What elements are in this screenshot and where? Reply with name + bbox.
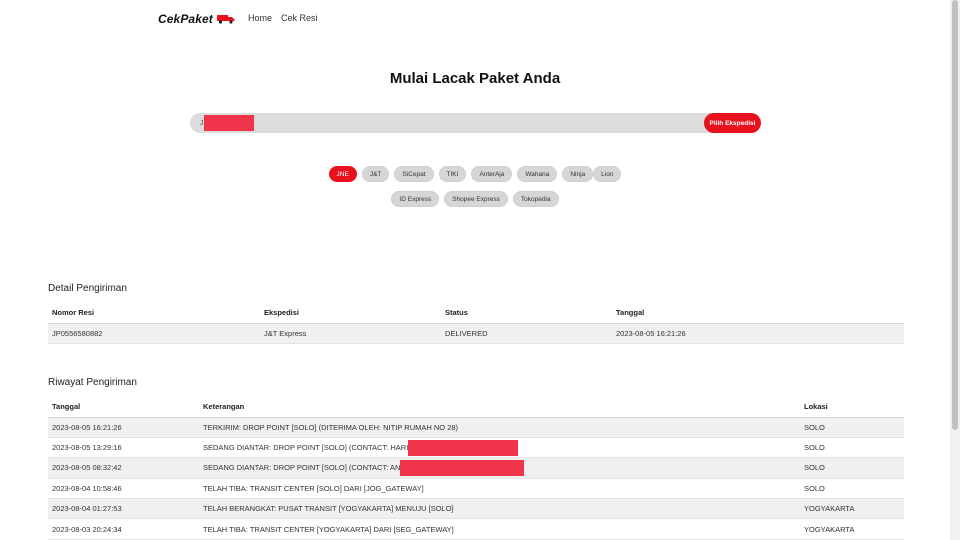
ekspedisi-cell: J&T Express <box>260 323 441 344</box>
table-row: 2023-08-03 20:24:34 TELAH TIBA: TRANSIT … <box>48 518 904 540</box>
tracking-search: Pilih Ekspedisi <box>190 113 761 133</box>
truck-icon <box>216 15 235 24</box>
lokasi-cell: SOLO <box>800 417 904 438</box>
keterangan-cell: TELAH BERANGKAT: PUSAT TRANSIT [YOGYAKAR… <box>199 498 800 520</box>
tanggal-cell: 2023-08-03 20:24:34 <box>48 518 199 540</box>
courier-chip-anteraja[interactable]: AnterAja <box>471 166 513 182</box>
table-header-row: Tanggal Keterangan Lokasi <box>48 396 904 418</box>
table-row: 2023-08-05 08:32:42 SEDANG DIANTAR: DROP… <box>48 457 904 479</box>
riwayat-section-title: Riwayat Pengiriman <box>48 377 137 388</box>
courier-chip-jne[interactable]: JNE <box>328 166 357 182</box>
tanggal-cell: 2023-08-04 10:58:46 <box>48 478 199 500</box>
lokasi-cell: SOLO <box>800 437 904 459</box>
courier-chip-tiki[interactable]: TIKI <box>438 166 467 182</box>
courier-chip-ninja[interactable]: Ninja <box>562 166 594 182</box>
tanggal-cell: 2023-08-05 16:21:26 <box>48 417 199 438</box>
table-row: 2023-08-04 10:58:46 TELAH TIBA: TRANSIT … <box>48 478 904 500</box>
nav-cek-resi-link[interactable]: Cek Resi <box>281 13 318 23</box>
courier-chip-sicepat[interactable]: SiCepat <box>394 166 434 182</box>
detail-table: Nomor Resi Ekspedisi Status Tanggal JP05… <box>48 302 904 344</box>
courier-chip-id-express[interactable]: ID Express <box>391 191 440 207</box>
column-header: Tanggal <box>612 302 904 324</box>
courier-chip-lion[interactable]: Lion <box>593 166 622 182</box>
tanggal-cell: 2023-08-05 08:32:42 <box>48 457 199 479</box>
table-row: JP0556580882 J&T Express DELIVERED 2023-… <box>48 323 904 344</box>
scrollbar[interactable] <box>950 0 960 540</box>
table-row: 2023-08-04 01:27:53 TELAH BERANGKAT: PUS… <box>48 498 904 520</box>
column-header: Keterangan <box>199 396 800 418</box>
keterangan-cell: SEDANG DIANTAR: DROP POINT [SOLO] (CONTA… <box>199 437 800 459</box>
tracking-number-input[interactable] <box>190 113 720 133</box>
redaction-box <box>204 115 254 131</box>
lokasi-cell: SOLO <box>800 478 904 500</box>
courier-chip-tokopedia[interactable]: Tokopedia <box>512 191 559 207</box>
detail-section-title: Detail Pengiriman <box>48 283 127 294</box>
nav-home-link[interactable]: Home <box>248 13 272 23</box>
nomor-resi-cell: JP0556580882 <box>48 323 260 344</box>
table-row: 2023-08-05 13:29:16 SEDANG DIANTAR: DROP… <box>48 437 904 459</box>
keterangan-text: SEDANG DIANTAR: DROP POINT [SOLO] (CONTA… <box>203 462 401 472</box>
pilih-ekspedisi-button[interactable]: Pilih Ekspedisi <box>704 113 761 133</box>
hero-title: Mulai Lacak Paket Anda <box>389 70 561 87</box>
lokasi-cell: YOGYAKARTA <box>800 518 904 540</box>
courier-chip-shopee-express[interactable]: Shopee Express <box>444 191 508 207</box>
table-row: 2023-08-05 16:21:26 TERKIRIM: DROP POINT… <box>48 417 904 438</box>
lokasi-cell: YOGYAKARTA <box>800 498 904 520</box>
courier-chip-wahana[interactable]: Wahana <box>517 166 558 182</box>
keterangan-cell: TELAH TIBA: TRANSIT CENTER [SOLO] DARI [… <box>199 478 800 500</box>
keterangan-cell: TERKIRIM: DROP POINT [SOLO] (DITERIMA OL… <box>199 417 800 438</box>
navbar: CekPaket Home Cek Resi <box>0 0 950 36</box>
riwayat-table: Tanggal Keterangan Lokasi 2023-08-05 16:… <box>48 396 904 540</box>
lokasi-cell: SOLO <box>800 457 904 479</box>
tanggal-cell: 2023-08-05 13:29:16 <box>48 437 199 459</box>
column-header: Ekspedisi <box>260 302 441 324</box>
redaction-box <box>400 459 525 476</box>
column-header: Lokasi <box>800 396 904 418</box>
tanggal-cell: 2023-08-05 16:21:26 <box>612 323 904 344</box>
table-header-row: Nomor Resi Ekspedisi Status Tanggal <box>48 302 904 324</box>
keterangan-cell: SEDANG DIANTAR: DROP POINT [SOLO] (CONTA… <box>199 457 800 479</box>
scrollbar-thumb[interactable] <box>952 0 958 430</box>
column-header: Tanggal <box>48 396 199 418</box>
keterangan-cell: TELAH TIBA: TRANSIT CENTER [YOGYAKARTA] … <box>199 518 800 540</box>
status-cell: DELIVERED <box>441 323 612 344</box>
courier-list-secondary: ID Express Shopee Express Tokopedia <box>0 191 950 207</box>
column-header: Nomor Resi <box>48 302 260 324</box>
courier-chip-jnt[interactable]: J&T <box>361 166 390 182</box>
brand-logo[interactable]: CekPaket <box>158 12 235 26</box>
tanggal-cell: 2023-08-04 01:27:53 <box>48 498 199 520</box>
brand-name: CekPaket <box>158 12 213 26</box>
keterangan-text: SEDANG DIANTAR: DROP POINT [SOLO] (CONTA… <box>203 442 409 452</box>
column-header: Status <box>441 302 612 324</box>
redaction-box <box>408 439 519 456</box>
courier-list: JNE J&T SiCepat TIKI AnterAja Wahana Nin… <box>0 166 950 182</box>
